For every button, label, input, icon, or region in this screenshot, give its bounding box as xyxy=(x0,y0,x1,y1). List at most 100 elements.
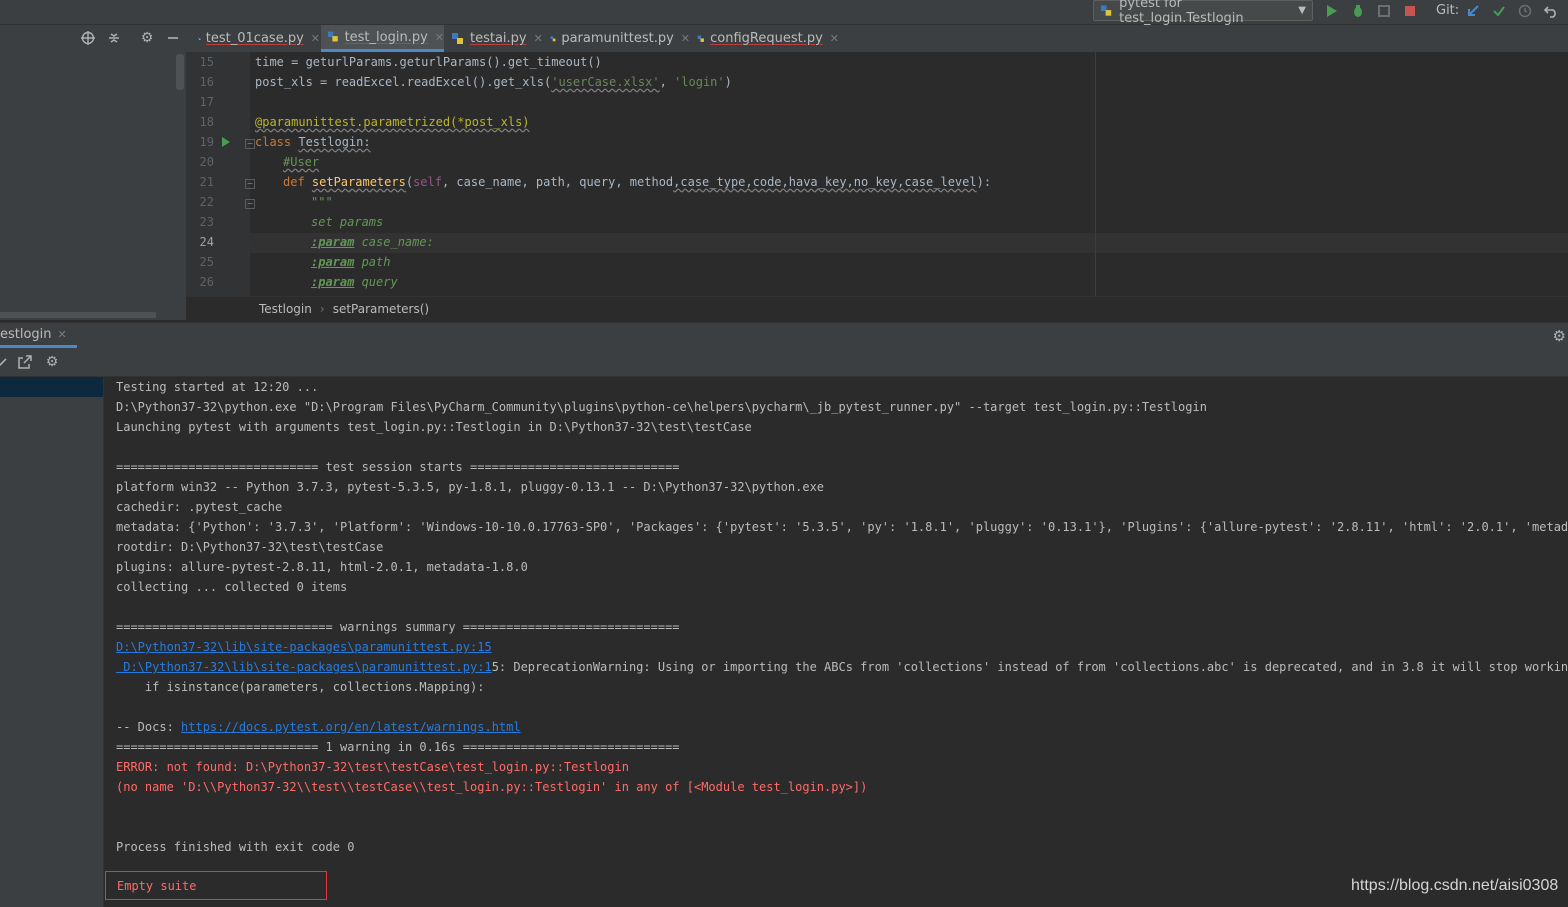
line-number: 15 xyxy=(199,55,214,69)
rerun-button[interactable] xyxy=(0,353,12,371)
console-output[interactable]: Testing started at 12:20 ... D:\Python37… xyxy=(104,377,1568,907)
python-file-icon xyxy=(198,37,201,40)
export-button[interactable] xyxy=(16,353,34,371)
stop-button[interactable] xyxy=(1402,3,1418,19)
selected-tree-row[interactable] xyxy=(0,377,103,397)
project-pane-scrollbar[interactable] xyxy=(176,54,184,90)
close-icon[interactable]: ✕ xyxy=(534,32,543,45)
code-function-name: setParameters xyxy=(311,175,406,189)
current-line-highlight xyxy=(250,233,1568,253)
line-number: 16 xyxy=(199,75,214,89)
git-rollback-button[interactable] xyxy=(1543,3,1559,19)
debug-button[interactable] xyxy=(1350,3,1366,19)
collapse-icon xyxy=(109,33,119,43)
file-link[interactable]: D:\Python37-32\lib\site-packages\paramun… xyxy=(116,640,492,654)
code-decorator: @paramunittest.parametrized(*post_xls) xyxy=(255,115,530,129)
console-line: collecting ... collected 0 items xyxy=(116,580,348,594)
git-history-button[interactable] xyxy=(1517,3,1533,19)
run-configuration-label: pytest for test_login.Testlogin xyxy=(1119,0,1244,26)
tab-test-01case[interactable]: test_01case.py ✕ xyxy=(192,25,320,52)
git-commit-button[interactable] xyxy=(1491,3,1507,19)
tab-label: test_01case.py xyxy=(205,31,304,46)
run-configuration-select[interactable]: pytest for test_login.Testlogin ▼ xyxy=(1093,0,1313,26)
code-docstring: path xyxy=(354,255,391,269)
line-number: 23 xyxy=(199,215,214,229)
console-text: 5: DeprecationWarning: Using or importin… xyxy=(491,660,1568,674)
fold-marker-icon[interactable]: − xyxy=(245,179,255,189)
python-file-icon xyxy=(327,31,338,42)
console-line: ============================== warnings … xyxy=(116,620,680,634)
run-settings-button[interactable]: ⚙ xyxy=(43,353,61,371)
locate-file-button[interactable] xyxy=(79,29,97,47)
close-icon[interactable]: ✕ xyxy=(435,31,444,44)
clock-icon xyxy=(1518,4,1532,18)
minimize-icon xyxy=(168,37,178,39)
edit-icon xyxy=(0,358,7,367)
run-button[interactable] xyxy=(1324,3,1340,19)
export-icon xyxy=(18,355,32,369)
code-text: post_xls = readExcel.readExcel().get_xls… xyxy=(255,75,552,89)
git-update-button[interactable] xyxy=(1465,3,1481,19)
hide-panel-button[interactable] xyxy=(164,29,182,47)
tab-configrequest[interactable]: configRequest.py ✕ xyxy=(691,25,839,52)
console-line: -- Docs: https://docs.pytest.org/en/late… xyxy=(116,717,521,737)
code-line-23: set params xyxy=(311,212,383,232)
code-line-26: :param query xyxy=(311,272,398,292)
test-results-tree[interactable] xyxy=(0,377,104,907)
run-tab[interactable]: estlogin ✕ xyxy=(0,323,77,348)
console-line: ============================ test sessio… xyxy=(116,460,680,474)
console-line: D:\Python37-32\lib\site-packages\paramun… xyxy=(116,637,492,657)
editor-tabs-bar: ⚙ test_01case.py ✕ test_login.py ✕ testa… xyxy=(0,25,1568,53)
console-error-line: ERROR: not found: D:\Python37-32\test\te… xyxy=(116,760,629,774)
arrow-down-left-icon xyxy=(1468,5,1479,16)
project-pane-hscrollbar[interactable] xyxy=(0,312,156,318)
fold-marker-icon[interactable]: − xyxy=(245,139,255,149)
file-link[interactable]: D:\Python37-32\lib\site-packages\paramun… xyxy=(116,660,491,674)
undo-icon xyxy=(1544,6,1556,18)
line-number: 19 xyxy=(199,135,214,149)
console-line: plugins: allure-pytest-2.8.11, html-2.0.… xyxy=(116,560,528,574)
tab-label: testai.py xyxy=(470,31,527,46)
code-text: , xyxy=(659,75,675,89)
console-line: Testing started at 12:20 ... xyxy=(116,380,319,394)
code-line-24: :param case_name: xyxy=(311,232,434,252)
breadcrumb-separator-icon: › xyxy=(319,302,325,316)
breadcrumb-class[interactable]: Testlogin xyxy=(259,302,312,316)
run-toolbar: ⚙ xyxy=(0,348,1568,377)
docs-link[interactable]: https://docs.pytest.org/en/latest/warnin… xyxy=(181,720,521,734)
chevron-down-icon: ▼ xyxy=(1298,5,1306,16)
close-icon[interactable]: ✕ xyxy=(830,32,839,45)
tab-label: paramunittest.py xyxy=(561,31,674,46)
close-icon[interactable]: ✕ xyxy=(681,32,690,45)
python-file-icon xyxy=(550,35,556,41)
console-line: D:\Python37-32\lib\site-packages\paramun… xyxy=(116,657,1568,677)
coverage-button[interactable] xyxy=(1376,3,1392,19)
console-text: -- Docs: xyxy=(116,720,182,734)
run-icon xyxy=(1327,5,1337,17)
console-line: rootdir: D:\Python37-32\test\testCase xyxy=(116,540,384,554)
run-panel-settings-gear-icon[interactable]: ⚙ xyxy=(1553,327,1566,345)
tab-testai[interactable]: testai.py ✕ xyxy=(445,25,543,52)
debug-bug-icon xyxy=(1354,5,1362,17)
right-margin-guide xyxy=(1095,52,1096,296)
close-icon[interactable]: ✕ xyxy=(311,32,320,45)
project-settings-button[interactable]: ⚙ xyxy=(138,29,156,47)
collapse-all-button[interactable] xyxy=(105,29,123,47)
gear-icon: ⚙ xyxy=(140,30,154,46)
console-line: cachedir: .pytest_cache xyxy=(116,500,283,514)
tab-test-login[interactable]: test_login.py ✕ xyxy=(321,25,444,52)
fold-marker-icon[interactable]: − xyxy=(245,199,255,209)
code-line-16: post_xls = readExcel.readExcel().get_xls… xyxy=(255,72,732,92)
breadcrumb-method[interactable]: setParameters() xyxy=(333,302,429,316)
code-string: 'userCase.xlsx' xyxy=(551,75,660,89)
console-line: D:\Python37-32\python.exe "D:\Program Fi… xyxy=(116,400,1207,414)
tab-paramunittest[interactable]: paramunittest.py ✕ xyxy=(544,25,690,52)
run-test-gutter-icon[interactable] xyxy=(222,137,230,147)
code-comment: #User xyxy=(283,155,320,169)
code-line-15: time = geturlParams.geturlParams().get_t… xyxy=(255,52,602,72)
code-doc-tag: :param xyxy=(311,275,355,289)
code-text: ( xyxy=(405,175,414,189)
main-toolbar: pytest for test_login.Testlogin ▼ Git: xyxy=(0,0,1568,26)
close-icon[interactable]: ✕ xyxy=(58,328,67,341)
console-line: if isinstance(parameters, collections.Ma… xyxy=(116,680,485,694)
